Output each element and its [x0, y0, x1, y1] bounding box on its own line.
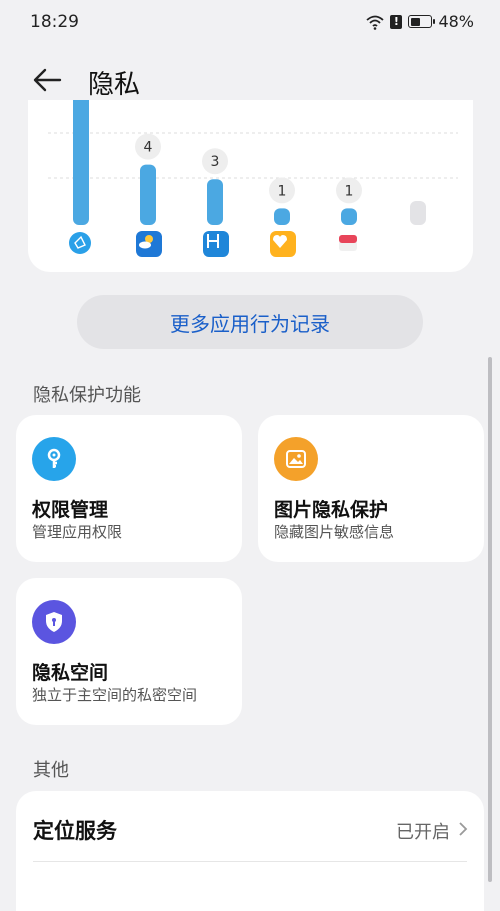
image-icon	[274, 437, 318, 481]
feature-subtitle: 独立于主空间的私密空间	[32, 686, 198, 704]
permission-management-card[interactable]: 权限管理 管理应用权限	[16, 415, 242, 562]
divider	[33, 861, 467, 862]
chart-bar	[140, 164, 156, 225]
chart-bar	[274, 208, 290, 225]
chart-data-label: 1	[278, 183, 287, 199]
chart-data-label: 4	[144, 140, 153, 156]
privacy-section-label: 隐私保护功能	[33, 385, 141, 406]
chart-bar	[410, 201, 426, 225]
shield-lock-icon	[32, 600, 76, 644]
bar-chart: 4 3 1 1	[48, 100, 458, 225]
page-title: 隐私	[88, 70, 141, 100]
battery-percent: 48%	[438, 12, 474, 31]
app-activity-chart: 4 3 1 1	[28, 100, 473, 272]
feature-subtitle: 隐藏图片敏感信息	[274, 523, 395, 541]
weather-icon	[136, 231, 162, 257]
other-section-label: 其他	[33, 760, 69, 781]
feature-title: 权限管理	[32, 499, 109, 521]
chart-bar	[73, 100, 89, 225]
network-icon	[68, 231, 94, 257]
back-arrow-icon[interactable]	[30, 62, 66, 98]
health-icon	[203, 231, 229, 257]
alert-icon: !	[390, 14, 403, 29]
key-icon	[32, 437, 76, 481]
location-service-row[interactable]: 定位服务 已开启	[16, 791, 484, 863]
status-bar: 18:29 ! 48%	[0, 0, 500, 48]
list-item-value: 已开启	[396, 822, 450, 843]
chart-bar	[207, 179, 223, 225]
status-time: 18:29	[30, 12, 79, 32]
feature-title: 隐私空间	[32, 662, 109, 684]
feature-title: 图片隐私保护	[274, 499, 389, 521]
calendar-icon	[337, 231, 363, 257]
other-settings-list: 定位服务 已开启	[16, 791, 484, 911]
chart-data-label: 3	[211, 154, 220, 170]
chart-data-label: 1	[345, 183, 354, 199]
chart-bar	[341, 208, 357, 225]
image-privacy-card[interactable]: 图片隐私保护 隐藏图片敏感信息	[258, 415, 484, 562]
status-icons: ! 48%	[366, 12, 474, 31]
scrollbar[interactable]	[488, 357, 492, 882]
wifi-icon	[366, 15, 385, 30]
battery-icon	[408, 15, 436, 28]
heart-app-icon	[270, 231, 296, 257]
feature-subtitle: 管理应用权限	[32, 523, 123, 541]
private-space-card[interactable]: 隐私空间 独立于主空间的私密空间	[16, 578, 242, 725]
list-item-title: 定位服务	[33, 819, 117, 843]
chevron-right-icon	[459, 822, 468, 836]
more-app-activity-button[interactable]: 更多应用行为记录	[77, 295, 423, 349]
